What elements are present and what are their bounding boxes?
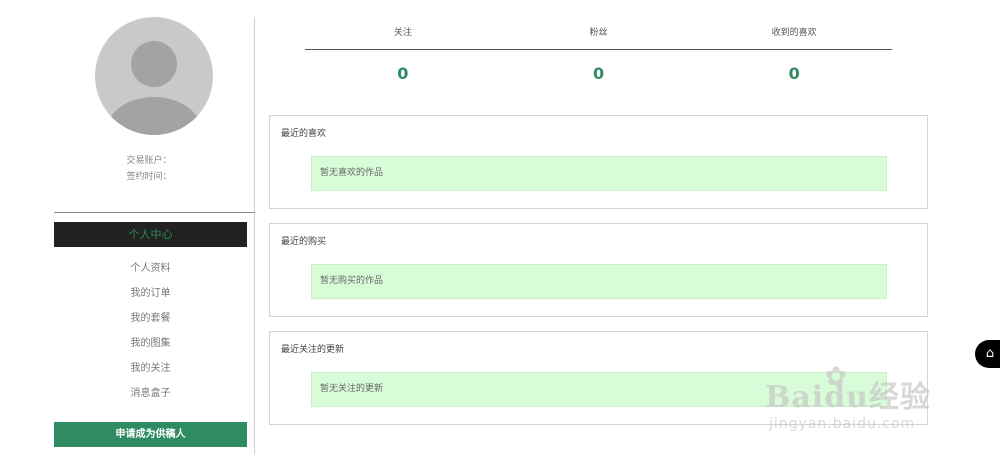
empty-message: 暂无关注的更新	[311, 372, 887, 407]
avatar-body-shape	[106, 97, 202, 135]
panel-title: 最近关注的更新	[281, 345, 345, 355]
stat-value-following[interactable]: 0	[305, 64, 501, 83]
sidebar: 交易账户： 签约时间： 个人中心 个人资料 我的订单 我的套餐 我的图集 我的关…	[54, 17, 255, 454]
stat-value-fans[interactable]: 0	[501, 64, 697, 83]
menu-header-personal-center[interactable]: 个人中心	[54, 222, 247, 247]
stats-labels: 关注 粉丝 收到的喜欢	[305, 24, 892, 50]
sidebar-item-albums[interactable]: 我的图集	[54, 336, 247, 361]
stats-values: 0 0 0	[305, 64, 892, 83]
stats-bar: 关注 粉丝 收到的喜欢 0 0 0	[305, 24, 892, 83]
recent-likes-panel: 最近的喜欢 暂无喜欢的作品	[269, 115, 928, 209]
account-info: 交易账户： 签约时间：	[54, 153, 244, 185]
stat-label-likes-received[interactable]: 收到的喜欢	[696, 24, 892, 49]
recent-purchases-panel: 最近的购买 暂无购买的作品	[269, 223, 928, 317]
panel-title: 最近的购买	[281, 237, 327, 247]
sidebar-item-follows[interactable]: 我的关注	[54, 361, 247, 386]
avatar-head-shape	[131, 41, 177, 87]
sidebar-item-orders[interactable]: 我的订单	[54, 286, 247, 311]
sidebar-item-packages[interactable]: 我的套餐	[54, 311, 247, 336]
panel-title: 最近的喜欢	[281, 129, 327, 139]
apply-contributor-button[interactable]: 申请成为供稿人	[54, 422, 247, 447]
sidebar-menu: 个人资料 我的订单 我的套餐 我的图集 我的关注 消息盒子	[54, 261, 247, 411]
empty-message: 暂无喜欢的作品	[311, 156, 887, 191]
avatar[interactable]	[95, 17, 213, 135]
floating-house-button[interactable]: ⌂	[975, 340, 1000, 368]
house-icon: ⌂	[985, 346, 995, 361]
stat-value-likes-received[interactable]: 0	[696, 64, 892, 83]
stat-label-fans[interactable]: 粉丝	[501, 24, 697, 49]
sidebar-item-profile[interactable]: 个人资料	[54, 261, 247, 286]
sign-time-label: 签约时间：	[126, 172, 172, 182]
account-label: 交易账户：	[126, 156, 172, 166]
stat-label-following[interactable]: 关注	[305, 24, 501, 49]
empty-message: 暂无购买的作品	[311, 264, 887, 299]
recent-follow-updates-panel: 最近关注的更新 暂无关注的更新	[269, 331, 928, 425]
sidebar-divider	[54, 212, 255, 213]
sidebar-item-messages[interactable]: 消息盒子	[54, 386, 247, 411]
